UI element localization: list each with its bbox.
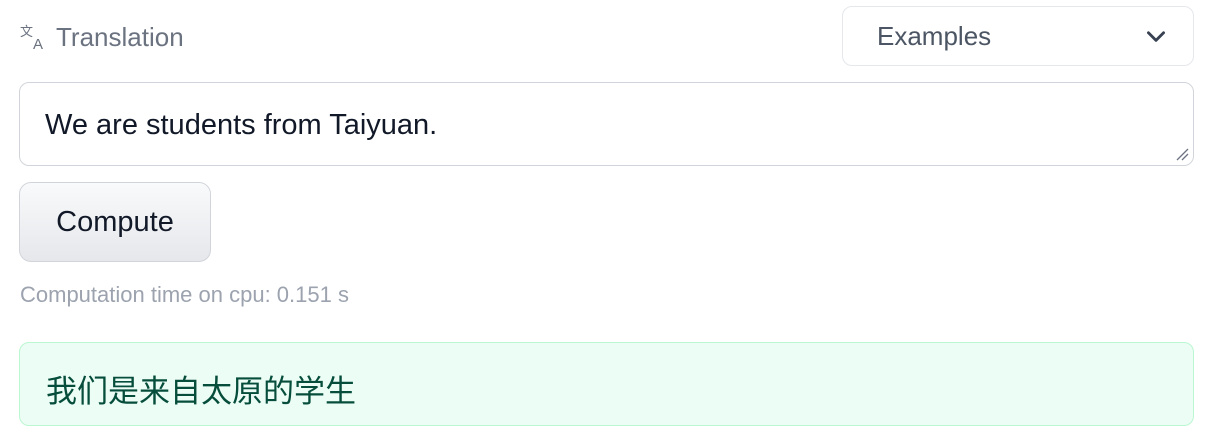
- task-title: Translation: [56, 21, 184, 52]
- input-value: We are students from Taiyuan.: [45, 109, 438, 141]
- compute-button[interactable]: Compute: [19, 182, 211, 262]
- examples-label: Examples: [877, 20, 992, 51]
- output-text: 我们是来自太原的学生: [46, 374, 356, 410]
- translation-icon: 文 A: [20, 25, 43, 51]
- svg-text:A: A: [33, 36, 43, 51]
- computation-time: Computation time on cpu: 0.151 s: [20, 282, 349, 307]
- resize-handle-icon[interactable]: [1175, 147, 1189, 161]
- chevron-down-icon: [1147, 31, 1165, 42]
- text-input[interactable]: We are students from Taiyuan.: [19, 82, 1194, 166]
- inference-widget: 文 A Translation Examples We are students…: [0, 0, 1220, 440]
- svg-text:文: 文: [20, 25, 33, 40]
- widget-header: 文 A Translation: [20, 20, 184, 54]
- examples-dropdown[interactable]: Examples: [842, 6, 1194, 66]
- output-box: 我们是来自太原的学生: [19, 342, 1194, 426]
